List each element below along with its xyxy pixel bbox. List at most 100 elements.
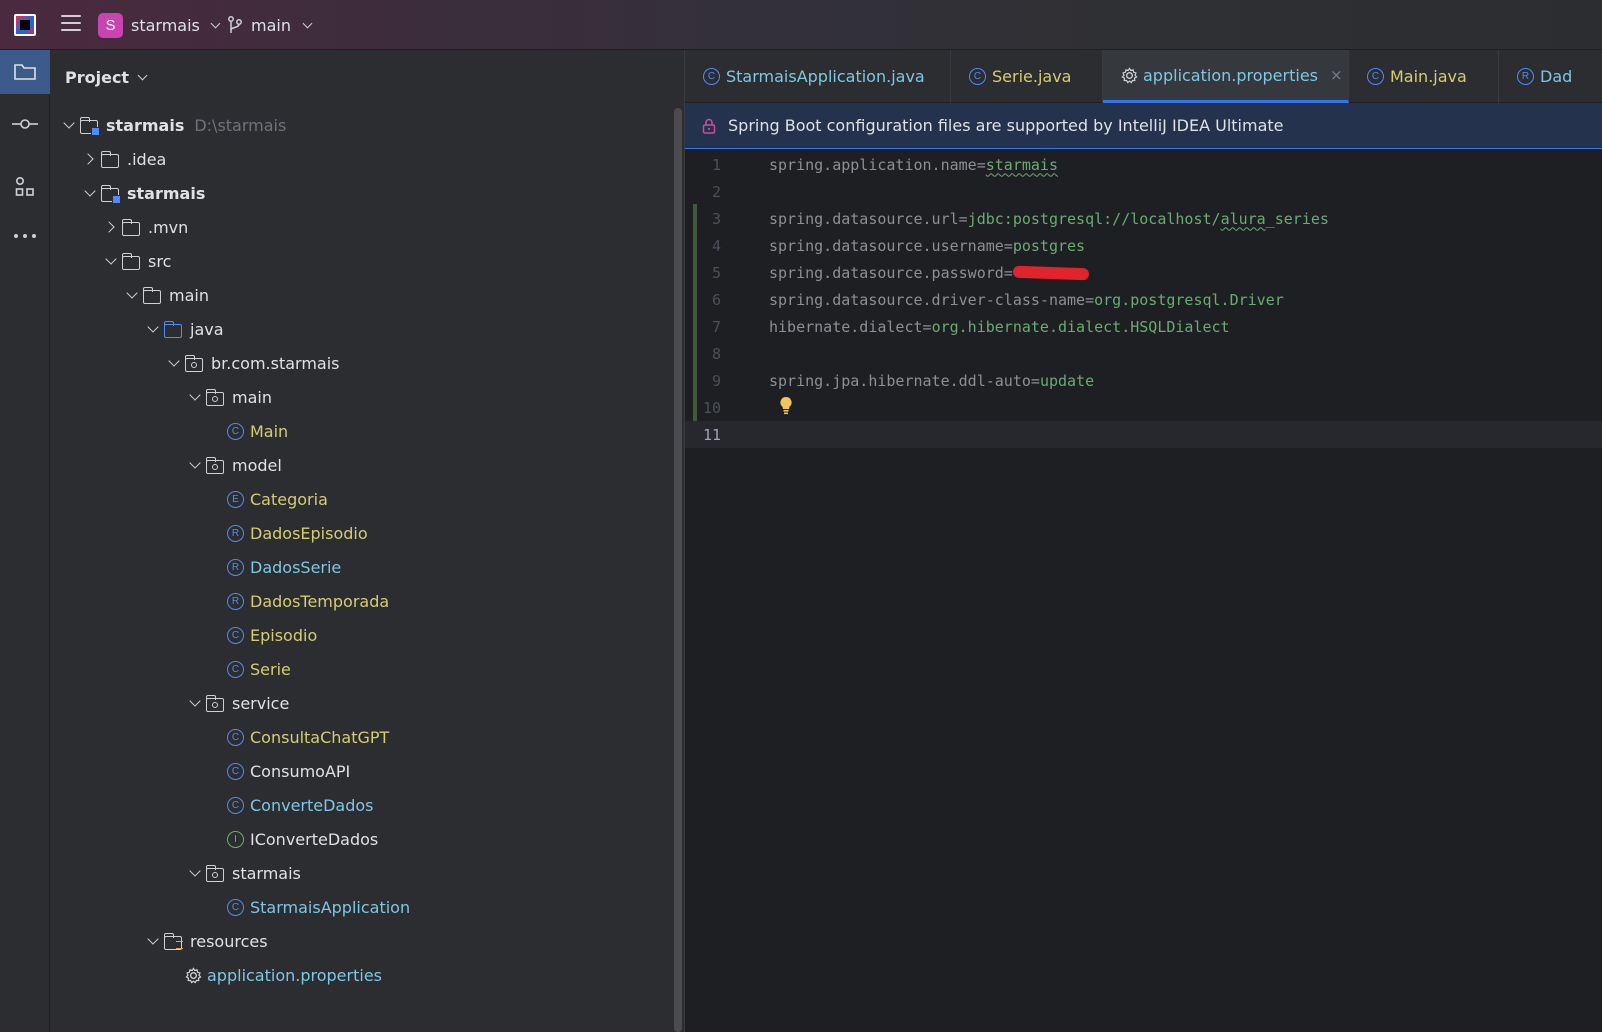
tab-main[interactable]: C Main.java <box>1349 50 1499 103</box>
expand-arrow-icon[interactable] <box>165 353 185 373</box>
code-line[interactable]: 2 <box>685 178 1602 205</box>
tree-item-properties-file[interactable]: application.properties <box>185 958 382 992</box>
tree-item-idea[interactable]: .idea <box>81 142 166 176</box>
ultimate-notice-banner: Spring Boot configuration files are supp… <box>685 103 1602 149</box>
class-icon: C <box>227 898 244 916</box>
tree-item-package-service[interactable]: service <box>186 686 289 720</box>
tree-item-label: Episodio <box>250 625 318 645</box>
package-icon <box>205 456 224 474</box>
tree-item-label: starmais <box>106 115 185 135</box>
tree-item-label: ConsultaChatGPT <box>250 727 390 747</box>
project-tool-button[interactable] <box>0 50 50 94</box>
tab-dados-overflow[interactable]: R Dad <box>1499 50 1602 103</box>
tree-item-record[interactable]: R DadosTemporada <box>227 584 389 618</box>
tab-serie[interactable]: C Serie.java <box>951 50 1103 103</box>
more-tool-windows-button[interactable] <box>3 214 47 258</box>
tree-item-label: main <box>169 285 209 305</box>
line-number: 2 <box>711 182 721 201</box>
expand-arrow-icon[interactable] <box>186 387 206 407</box>
tree-item-class[interactable]: C StarmaisApplication <box>227 890 410 924</box>
expand-arrow-icon[interactable] <box>186 693 206 713</box>
tree-item-class[interactable]: C Serie <box>227 652 291 686</box>
branch-selector[interactable]: main <box>228 11 313 39</box>
class-icon: C <box>703 68 720 85</box>
lightbulb-icon[interactable] <box>779 396 793 416</box>
tree-item-interface[interactable]: I IConverteDados <box>227 822 378 856</box>
redaction-scribble <box>1012 265 1090 281</box>
tree-item-main-dir[interactable]: main <box>123 278 209 312</box>
code-line[interactable]: 6 spring.datasource.driver-class-name=or… <box>685 286 1602 313</box>
expand-arrow-icon[interactable] <box>123 285 143 305</box>
property-value: postgres <box>1012 236 1086 255</box>
tree-item-package-model[interactable]: model <box>186 448 282 482</box>
code-line[interactable]: 8 <box>685 340 1602 367</box>
intellij-logo-icon[interactable] <box>14 14 36 36</box>
code-line[interactable]: 4 spring.datasource.username=postgres <box>685 232 1602 259</box>
tree-item-class[interactable]: C ConsumoAPI <box>227 754 350 788</box>
panel-title: Project <box>65 68 130 87</box>
package-icon <box>205 694 224 712</box>
tab-application-properties[interactable]: application.properties × <box>1103 50 1349 103</box>
tree-item-label: IConverteDados <box>250 829 379 849</box>
tree-item-record[interactable]: R DadosSerie <box>227 550 341 584</box>
tree-item-package-starmais[interactable]: starmais <box>186 856 301 890</box>
line-number: 9 <box>711 371 721 390</box>
expand-arrow-icon[interactable] <box>186 863 206 883</box>
code-line[interactable]: 1 spring.application.name=starmais <box>685 151 1602 178</box>
property-key: spring.application.name= <box>769 155 986 174</box>
code-line[interactable]: 3 spring.datasource.url=jdbc:postgresql:… <box>685 205 1602 232</box>
close-icon[interactable]: × <box>1330 66 1343 84</box>
code-line-current[interactable]: 11 <box>685 421 1602 448</box>
folder-icon <box>121 218 140 236</box>
property-key: spring.datasource.username= <box>769 236 1013 255</box>
expand-arrow-icon[interactable] <box>102 251 122 271</box>
tab-starmais-application[interactable]: C StarmaisApplication.java <box>685 50 951 103</box>
expand-arrow-icon[interactable] <box>144 931 164 951</box>
expand-arrow-icon[interactable] <box>81 183 101 203</box>
tree-item-class[interactable]: C Main <box>227 414 288 448</box>
tree-item-record[interactable]: R DadosEpisodio <box>227 516 368 550</box>
line-number: 5 <box>711 263 721 282</box>
class-icon: C <box>227 796 244 814</box>
line-number: 10 <box>702 398 721 417</box>
package-icon <box>205 388 224 406</box>
vertical-scrollbar[interactable] <box>674 108 682 1032</box>
code-line[interactable]: 9 spring.jpa.hibernate.ddl-auto=update <box>685 367 1602 394</box>
code-line[interactable]: 7 hibernate.dialect=org.hibernate.dialec… <box>685 313 1602 340</box>
line-number: 4 <box>711 236 721 255</box>
tree-item-class[interactable]: C ConverteDados <box>227 788 374 822</box>
tree-item-package-root[interactable]: br.com.starmais <box>165 346 340 380</box>
tree-item-class[interactable]: C Episodio <box>227 618 317 652</box>
tree-item-module[interactable]: starmais <box>81 176 205 210</box>
editor-area: C StarmaisApplication.java C Serie.java … <box>684 50 1602 1032</box>
tree-item-path: D:\starmais <box>194 115 287 135</box>
code-line[interactable]: 5 spring.datasource.password= <box>685 259 1602 286</box>
tree-item-src[interactable]: src <box>102 244 171 278</box>
code-line[interactable]: 10 <box>685 394 1602 421</box>
property-value-typo: alura <box>1220 209 1266 228</box>
commit-tool-button[interactable] <box>3 102 47 146</box>
main-menu-icon[interactable] <box>61 15 81 33</box>
expand-arrow-icon[interactable] <box>144 319 164 339</box>
class-icon: C <box>227 762 244 780</box>
structure-tool-button[interactable] <box>3 165 47 209</box>
record-icon: R <box>1517 68 1534 85</box>
tree-item-class[interactable]: C ConsultaChatGPT <box>227 720 389 754</box>
property-value: org.postgresql.Driver <box>1094 290 1284 309</box>
line-number: 11 <box>702 425 721 444</box>
tree-item-root[interactable]: starmais D:\starmais <box>60 108 286 142</box>
tree-item-package-main[interactable]: main <box>186 380 272 414</box>
expand-arrow-icon[interactable] <box>60 115 80 135</box>
tree-item-java[interactable]: java <box>144 312 224 346</box>
collapse-arrow-icon[interactable] <box>81 149 101 169</box>
tree-item-enum[interactable]: E Categoria <box>227 482 328 516</box>
project-selector[interactable]: S starmais <box>98 11 221 39</box>
tree-item-label: application.properties <box>207 965 382 985</box>
project-view-selector[interactable]: Project <box>65 68 148 87</box>
tree-item-mvn[interactable]: .mvn <box>102 210 188 244</box>
expand-arrow-icon[interactable] <box>186 455 206 475</box>
collapse-arrow-icon[interactable] <box>102 217 122 237</box>
property-value: org.hibernate.dialect.HSQLDialect <box>931 317 1230 336</box>
tree-item-resources[interactable]: resources <box>144 924 268 958</box>
package-icon <box>184 354 203 372</box>
